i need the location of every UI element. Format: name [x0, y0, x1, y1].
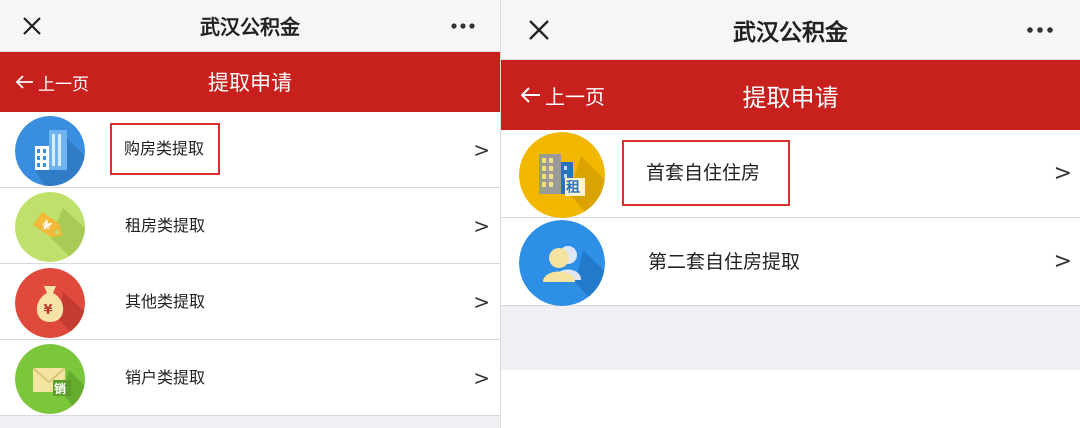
back-button[interactable]: 上一页: [16, 52, 89, 112]
list-item[interactable]: ¥ 租房类提取 >: [0, 188, 500, 264]
arrow-left-icon: [521, 87, 540, 103]
item-label: 首套自住住房: [621, 140, 791, 206]
right-phone-screen: 武汉公积金 上一页 提取申请 租 首套自住住房 > 第二套自住房提取 >: [500, 0, 1080, 428]
xiao-symbol: 销: [54, 381, 66, 396]
item-label: 其他类提取: [125, 292, 206, 311]
more-options-icon[interactable]: [1026, 0, 1054, 59]
item-label: 租房类提取: [125, 216, 206, 235]
item-label: 第二套自住房提取: [648, 251, 801, 273]
chevron-right-icon: >: [1053, 161, 1072, 186]
arrow-left-icon: [16, 75, 33, 89]
chevron-right-icon: >: [473, 138, 490, 162]
chevron-right-icon: >: [473, 290, 490, 314]
more-options-icon[interactable]: [450, 0, 476, 51]
yuan-tag-icon: ¥: [15, 192, 85, 262]
yuan-symbol: ¥: [44, 303, 53, 318]
chevron-right-icon: >: [1053, 249, 1072, 274]
zu-symbol: 租: [566, 179, 580, 196]
wechat-title-bar: 武汉公积金: [501, 0, 1080, 60]
money-bag-icon: ¥: [15, 268, 85, 338]
back-button[interactable]: 上一页: [521, 60, 605, 130]
page-header: 上一页 提取申请: [0, 52, 500, 112]
list-item[interactable]: 第二套自住房提取 >: [501, 218, 1080, 306]
chevron-right-icon: >: [473, 366, 490, 390]
window-title: 武汉公积金: [733, 19, 848, 46]
wechat-title-bar: 武汉公积金: [0, 0, 500, 52]
left-phone-screen: 武汉公积金 上一页 提取申请 购房类提取 > ¥ 租房类提取 > ¥ 其他类提取…: [0, 0, 500, 428]
housing-type-list: 租 首套自住住房 > 第二套自住房提取 >: [501, 130, 1080, 306]
empty-background-area: [501, 306, 1080, 370]
list-item[interactable]: 购房类提取 >: [0, 112, 500, 188]
list-item[interactable]: ¥ 其他类提取 >: [0, 264, 500, 340]
user-silhouette-icon: [519, 220, 605, 306]
item-label: 销户类提取: [125, 368, 206, 387]
back-label: 上一页: [38, 74, 89, 95]
closing-account-envelope-icon: 销: [15, 344, 85, 414]
page-header: 上一页 提取申请: [501, 60, 1080, 130]
window-title: 武汉公积金: [200, 15, 300, 39]
building-icon: [15, 116, 85, 186]
back-label: 上一页: [545, 84, 605, 109]
item-label: 购房类提取: [109, 123, 221, 175]
list-item[interactable]: 销 销户类提取 >: [0, 340, 500, 416]
list-item[interactable]: 租 首套自住住房 >: [501, 130, 1080, 218]
withdrawal-type-list: 购房类提取 > ¥ 租房类提取 > ¥ 其他类提取 > 销 销户类提取 >: [0, 112, 500, 416]
chevron-right-icon: >: [473, 214, 490, 238]
rental-building-icon: 租: [519, 132, 605, 218]
